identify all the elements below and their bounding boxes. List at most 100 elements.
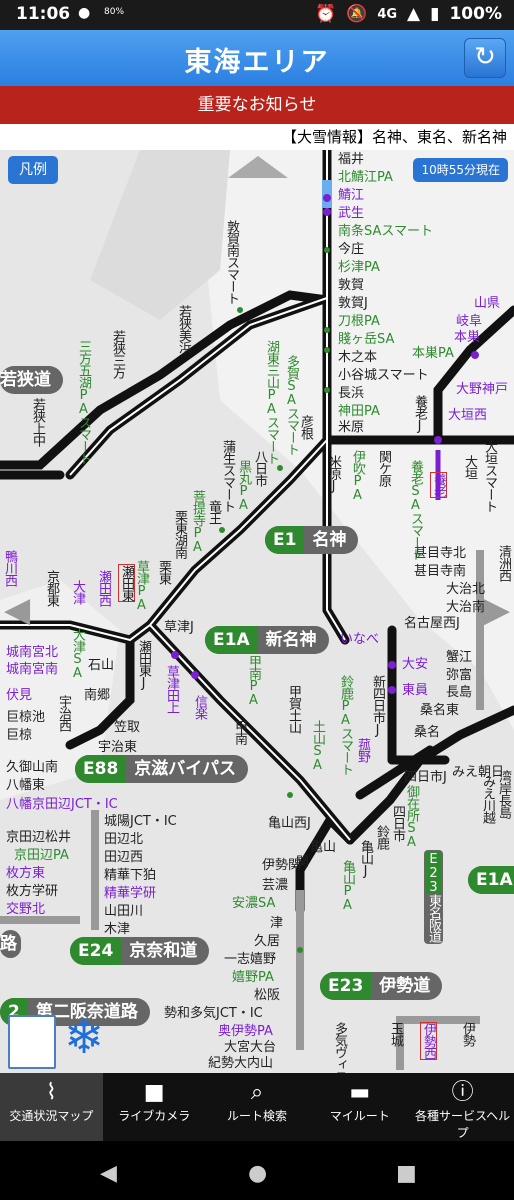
label-ano[interactable]: 安濃SA [232,896,275,911]
label-fushimi[interactable]: 伏見 [6,688,32,703]
back-icon[interactable]: ◀ [100,1161,117,1186]
label-nagoya-nishi[interactable]: 名古屋西J [404,616,460,631]
label-imajo[interactable]: 今庄 [338,242,364,257]
scroll-right-arrow-icon[interactable]: ▶ [484,590,510,630]
label-kyoto-higashi[interactable]: 京都東 [44,570,59,606]
label-komono[interactable]: 菰野 [355,738,370,762]
label-daian[interactable]: 大安 [402,657,428,672]
label-ogura[interactable]: 巨椋 [6,728,32,743]
label-yoro-sa[interactable]: 養老SAスマート [408,460,423,560]
label-toin[interactable]: 東員 [402,683,428,698]
label-nagahama[interactable]: 長浜 [338,386,364,401]
label-odai[interactable]: 大宮大台 [224,1040,276,1055]
route-badge-edge[interactable]: 路 [0,930,21,958]
label-hikone[interactable]: 彦根 [298,415,313,439]
label-yamadagawa[interactable]: 山田川 [104,904,143,919]
label-kusatsu-pa[interactable]: 草津PA [134,560,149,612]
label-konan2[interactable]: 甲南 [232,720,247,744]
label-kuwana[interactable]: 桑名 [414,725,440,740]
label-hirakata[interactable]: 枚方東 [6,866,45,881]
label-yawata-jct[interactable]: 八幡京田辺JCT・IC [6,797,118,812]
label-kusatsu-tagami[interactable]: 草津田上 [164,665,179,713]
label-wakasa-mihama[interactable]: 若狭美浜 [176,305,191,353]
label-yokkaichi-j[interactable]: 四日市J [404,770,447,785]
label-ono-kobe[interactable]: 大野神戸 [456,382,508,397]
label-suzuka2[interactable]: 鈴鹿 [374,825,389,849]
recents-icon[interactable]: ■ [396,1161,417,1186]
traffic-map[interactable]: 凡例 10時55分現在 ◀ ▶ E1 名神 E1A 新名神 E88 京滋バイパス E2… [0,150,514,1073]
news-ticker[interactable]: 【大雪情報】名神、東名、新名神 [0,124,514,150]
label-ureshino[interactable]: 嬉野PA [232,970,274,985]
label-taga[interactable]: 多賀SAスマート [284,355,299,455]
label-jimokuji-s[interactable]: 甚目寺南 [414,564,466,579]
document-icon[interactable] [8,1015,56,1069]
label-seika-gaku[interactable]: 精華学研 [104,886,156,901]
label-gozaisho[interactable]: 御在所SA [404,785,419,849]
nav-route-search[interactable]: ⌕ ルート検索 [206,1073,309,1141]
label-takefu[interactable]: 武生 [338,206,364,221]
label-ichishi[interactable]: 一志嬉野 [224,952,276,967]
label-hirakata-gaku[interactable]: 枚方学研 [6,884,58,899]
scroll-left-arrow-icon[interactable]: ◀ [4,590,30,630]
scroll-up-arrow-icon[interactable] [228,156,288,178]
important-notice-bar[interactable]: 重要なお知らせ [0,86,514,124]
label-gifu[interactable]: 岐阜 [456,314,482,329]
label-shigaraki[interactable]: 信楽 [192,695,207,719]
label-geino[interactable]: 芸濃 [262,878,288,893]
label-kuromaru[interactable]: 黒丸PA [236,460,251,512]
nav-my-route[interactable]: ▬ マイルート [308,1073,411,1141]
label-sugitsu[interactable]: 杉津PA [338,260,380,275]
label-ise[interactable]: 伊勢 [460,1022,475,1046]
label-suzuka-pa[interactable]: 鈴鹿PAスマート [338,675,353,775]
label-kameyama-seki[interactable]: 亀山 [310,840,336,855]
label-kanda[interactable]: 神田PA [338,404,380,419]
label-koka-tsuchiyama[interactable]: 甲賀土山 [286,685,301,733]
label-jonan2[interactable]: 城南宮南 [6,662,58,677]
label-yokaichi[interactable]: 八日市 [252,450,267,486]
label-kanie[interactable]: 蟹江 [446,650,472,665]
label-tsuruga[interactable]: 敦賀 [338,278,364,293]
label-oharu[interactable]: 大治北 [446,582,485,597]
label-yatomi[interactable]: 弥富 [446,668,472,683]
label-ohtsu-sa[interactable]: 大津SA [70,628,85,680]
legend-button[interactable]: 凡例 [8,156,58,184]
label-tanabe-nishi[interactable]: 田辺西 [104,850,143,865]
label-kitasabae[interactable]: 北鯖江PA [338,170,393,185]
label-wakasa-mikata[interactable]: 若狭三方 [110,330,125,378]
label-nango[interactable]: 南郷 [84,688,110,703]
route-badge-wakasa[interactable]: 若狭道 [0,366,63,394]
label-ishiyama[interactable]: 石山 [88,658,114,673]
label-ohhata[interactable]: 大治南 [446,600,485,615]
label-tsuruga-minami[interactable]: 敦賀南スマート [224,220,239,304]
label-setanishi[interactable]: 瀬田西 [96,570,111,606]
route-badge-e24[interactable]: E24 京奈和道 [70,937,210,965]
label-iseseki[interactable]: 伊勢関 [262,858,301,873]
label-tanabe-kita[interactable]: 田辺北 [104,832,143,847]
label-joyo[interactable]: 城陽JCT・IC [104,814,177,829]
label-tsuchiyama[interactable]: 土山SA [310,720,325,772]
home-icon[interactable]: ● [248,1161,267,1186]
label-setaj[interactable]: 瀬田東J [136,640,151,690]
label-tamaki[interactable]: 玉城 [388,1022,403,1046]
label-sekigahara[interactable]: 関ケ原 [376,450,391,486]
label-maibara[interactable]: 米原 [338,420,364,435]
label-konan[interactable]: 甲南PA [246,655,261,707]
label-taki[interactable]: 多気ヴィスマート [332,1022,347,1073]
label-hisai[interactable]: 久居 [254,934,280,949]
label-kinomoto[interactable]: 木之本 [338,350,377,365]
label-jonan[interactable]: 城南宮北 [6,645,58,660]
label-ujihigashi[interactable]: 宇治東 [98,740,137,755]
label-tsurugaj[interactable]: 敦賀J [338,296,368,311]
label-maibaraj[interactable]: 米原J [326,455,341,493]
label-ogaki-smart[interactable]: 大垣スマート [482,440,497,512]
label-ibuki[interactable]: 伊吹PA [350,450,365,502]
label-yoro-j[interactable]: 養老J [412,395,427,433]
label-kiyosu[interactable]: 清洲西 [496,545,511,581]
label-ritto[interactable]: 栗東湖南 [172,510,187,558]
label-yoro[interactable]: 養老 [430,472,447,498]
label-tsu[interactable]: 津 [270,916,283,931]
label-motosu[interactable]: 本巣 [454,330,480,345]
label-okuise[interactable]: 奥伊勢PA [218,1024,273,1039]
label-inabe[interactable]: いなべ [340,632,379,647]
route-badge-e1[interactable]: E1 名神 [265,526,359,554]
